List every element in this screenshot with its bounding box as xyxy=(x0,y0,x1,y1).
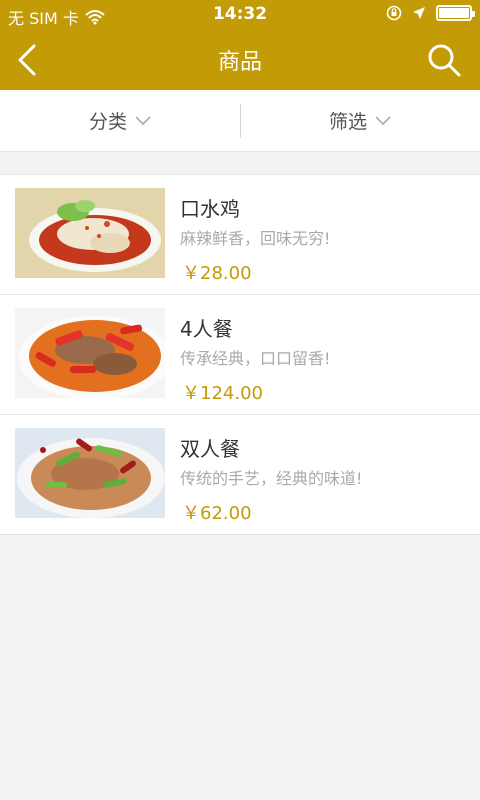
product-name: 双人餐 xyxy=(180,437,240,461)
filter-label: 筛选 xyxy=(328,111,367,133)
product-description: 传承经典，口口留香! xyxy=(180,349,331,368)
app-header: 无 SIM 卡 14:32 商品 xyxy=(0,0,480,90)
product-price: ￥62.00 xyxy=(182,503,252,524)
category-dropdown[interactable]: 分类 xyxy=(0,90,240,151)
product-description: 麻辣鲜香，回味无穷! xyxy=(180,229,331,248)
location-arrow-icon xyxy=(413,7,425,19)
product-name: 口水鸡 xyxy=(180,197,240,221)
nav-bar: 商品 xyxy=(0,30,480,90)
status-bar: 无 SIM 卡 14:32 xyxy=(0,0,480,30)
product-image-two-person-meal xyxy=(15,428,165,518)
product-name: 4人餐 xyxy=(180,317,233,341)
page-title: 商品 xyxy=(217,50,262,75)
filter-dropdown[interactable]: 筛选 xyxy=(240,90,480,151)
product-list: 口水鸡 麻辣鲜香，回味无穷! ￥28.00 4人餐 传承经典，口口留香! ￥12… xyxy=(0,174,480,535)
battery-icon xyxy=(436,5,475,21)
product-item[interactable]: 4人餐 传承经典，口口留香! ￥124.00 xyxy=(0,295,480,415)
product-image-four-person-meal xyxy=(15,308,165,398)
filter-bar: 分类 筛选 xyxy=(0,90,480,152)
product-image-mouthwatering-chicken xyxy=(15,188,165,278)
product-item[interactable]: 双人餐 传统的手艺，经典的味道! ￥62.00 xyxy=(0,415,480,535)
search-icon[interactable] xyxy=(426,42,462,78)
chevron-down-icon xyxy=(135,115,151,125)
chevron-down-icon xyxy=(375,115,391,125)
product-item[interactable]: 口水鸡 麻辣鲜香，回味无穷! ￥28.00 xyxy=(0,175,480,295)
product-description: 传统的手艺，经典的味道! xyxy=(180,469,363,488)
product-price: ￥124.00 xyxy=(182,383,263,404)
product-price: ￥28.00 xyxy=(182,263,252,284)
category-label: 分类 xyxy=(88,111,127,133)
filter-divider xyxy=(240,104,241,138)
rotation-lock-icon xyxy=(386,5,402,21)
